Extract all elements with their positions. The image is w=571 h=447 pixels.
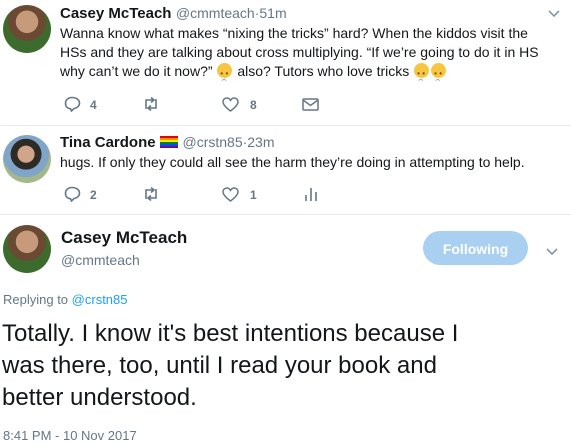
reply-count: 4 [90,98,97,112]
chevron-down-icon[interactable] [548,6,560,21]
divider [0,214,571,215]
tweet-text-line: better understood. [2,384,197,411]
like-count: 1 [250,188,257,202]
tweet-time[interactable]: ·51m [255,5,287,21]
avatar[interactable] [3,225,51,273]
retweet-icon[interactable] [142,96,160,116]
author-handle[interactable]: @cmmteach [61,252,140,268]
avatar[interactable] [3,5,51,53]
tweet-text: Wanna know what makes “nixing the tricks… [60,24,565,89]
tweet-time[interactable]: ·23m [243,134,275,150]
heart-icon[interactable] [222,187,239,207]
tweet-text: hugs. If only they could all see the har… [60,154,525,170]
retweet-icon[interactable] [142,186,160,206]
tweet-actions: 2 1 [64,186,364,204]
replying-handle-link[interactable]: @crstn85 [72,292,128,307]
tweet-header: Tina Cardone @crstn85·23m [60,134,275,152]
tweet-header: Casey McTeach @cmmteach·51m [60,5,287,23]
like-count: 8 [250,98,257,112]
analytics-icon[interactable] [304,186,318,207]
tweet-timestamp[interactable]: 8:41 PM - 10 Nov 2017 [3,428,137,443]
tweet-text-line: HSs and they are talking about cross mul… [60,44,539,60]
tweet-actions: 4 8 [64,96,364,114]
tweet-text-line: why can’t we do it now?” also? Tutors wh… [60,62,565,89]
author-name[interactable]: Casey McTeach [61,228,187,248]
following-button[interactable]: Following [423,231,528,265]
envelope-icon[interactable] [302,98,319,116]
replying-label: Replying to [3,292,69,307]
author-handle[interactable]: @crstn85 [182,134,242,150]
tweet-text-line: Totally. I know it's best intentions bec… [2,320,459,347]
reply-count: 2 [90,188,97,202]
tweet-text: Totally. I know it's best intentions bec… [2,318,567,414]
tweet-text-fragment: also? Tutors who love tricks [237,63,410,79]
reply-icon[interactable] [64,186,81,207]
replying-to: Replying to @crstn85 [3,292,128,307]
divider [0,125,571,126]
author-handle[interactable]: @cmmteach [176,5,255,21]
frowning-face-icon [414,63,430,89]
frowning-face-icon [217,63,233,89]
tweet-text-fragment: why can’t we do it now?” [60,63,213,79]
avatar[interactable] [3,135,51,183]
heart-icon[interactable] [222,97,239,117]
author-name[interactable]: Casey McTeach [60,5,171,22]
author-name[interactable]: Tina Cardone [60,134,156,151]
tweet-text-line: Wanna know what makes “nixing the tricks… [60,25,528,41]
tweet-text-line: was there, too, until I read your book a… [2,352,437,379]
rainbow-flag-icon [160,136,179,148]
reply-icon[interactable] [64,96,81,117]
frowning-face-icon [431,63,447,89]
chevron-down-icon[interactable] [546,243,558,261]
